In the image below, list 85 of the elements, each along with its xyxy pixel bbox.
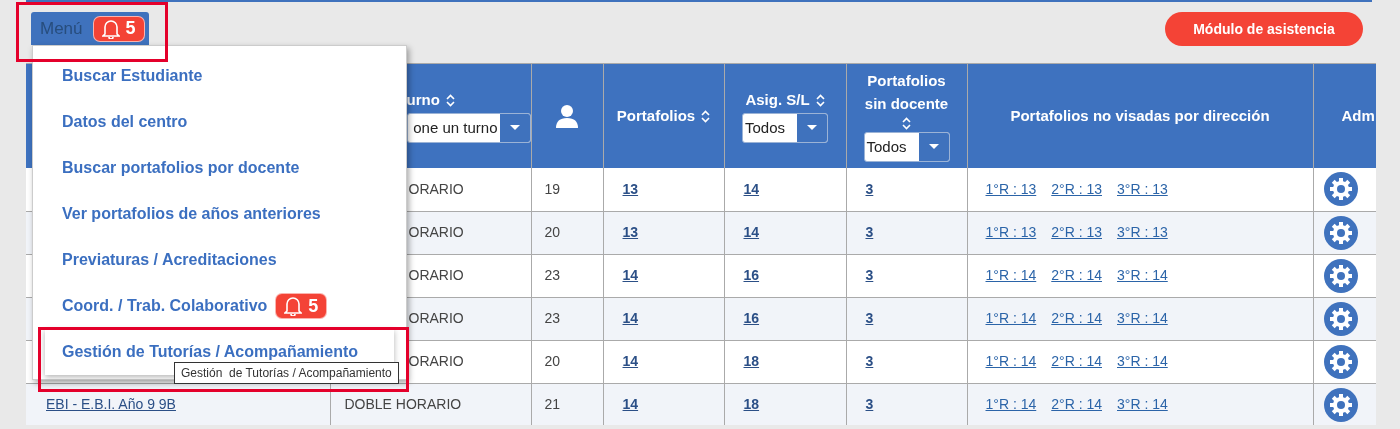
menu-item[interactable]: Datos del centro [33,99,406,145]
caret-icon [928,144,939,150]
count-link[interactable]: 13 [622,180,639,197]
round-link[interactable]: 2°R : 14 [1051,351,1102,372]
table-cell: DOBLE HORARIO [344,396,462,412]
sort-icon[interactable] [445,93,455,107]
count-link[interactable]: 16 [743,310,760,326]
menu-item[interactable]: Ver portafolios de años anteriores [33,191,406,237]
table-cell: 20 [544,224,561,240]
menu-item[interactable]: Buscar Estudiante [33,53,406,99]
round-link[interactable]: 3°R : 14 [1117,308,1168,329]
count-link[interactable]: 3 [865,224,874,240]
group-link[interactable]: EBI - E.B.I. Año 9 9B [46,396,176,412]
table-cell: ORARIO [408,267,464,283]
round-link[interactable]: 3°R : 14 [1117,351,1168,372]
count-link[interactable]: 3 [865,180,874,197]
round-link[interactable]: 2°R : 14 [1051,265,1102,286]
filter-select[interactable]: Todos [742,113,828,144]
count-link[interactable]: 3 [865,353,874,369]
table-cell: 21 [544,396,561,412]
column-header[interactable]: Asig. S/L [745,88,810,112]
table-cell: ORARIO [408,180,464,197]
attendance-module-button[interactable]: Módulo de asistencia [1165,12,1363,46]
column-header[interactable]: Portafolios [616,104,696,128]
sort-icon[interactable] [701,109,711,123]
round-link[interactable]: 3°R : 13 [1117,222,1168,243]
round-link[interactable]: 2°R : 13 [1051,222,1102,243]
tooltip: Gestión de Tutorías / Acompañamiento [174,362,399,384]
menu-button[interactable]: Menú 5 [31,12,149,45]
menu-item[interactable]: Coord. / Trab. Colaborativo 5 [33,283,406,329]
settings-icon[interactable] [1323,387,1358,422]
settings-icon[interactable] [1323,258,1358,293]
table-cell: ORARIO [408,310,464,326]
menu-item[interactable]: Buscar portafolios por docente [33,145,406,191]
column-header[interactable]: Portafolios no visadas por dirección [1010,104,1270,128]
caret-icon [509,125,520,132]
count-link[interactable]: 14 [622,310,639,326]
column-header[interactable]: Portafolios sin docente [856,70,957,115]
sort-icon[interactable] [902,117,911,130]
notification-badge: 5 [275,293,328,319]
round-link[interactable]: 1°R : 14 [985,308,1037,329]
round-link[interactable]: 3°R : 14 [1117,394,1168,415]
round-link[interactable]: 1°R : 14 [985,265,1037,286]
count-link[interactable]: 3 [865,310,874,326]
count-link[interactable]: 13 [622,224,639,240]
menu-item[interactable]: Previaturas / Acreditaciones [33,237,406,283]
round-link[interactable]: 2°R : 13 [1051,178,1102,200]
table-cell: ORARIO [408,353,464,369]
count-link[interactable]: 18 [743,396,760,412]
round-link[interactable]: 3°R : 14 [1117,265,1168,286]
count-link[interactable]: 14 [622,353,639,369]
filter-select[interactable]: one un turno [406,113,531,144]
round-link[interactable]: 3°R : 13 [1117,178,1168,200]
count-link[interactable]: 14 [622,267,639,283]
bell-icon [284,296,303,316]
table-cell: 19 [544,180,561,197]
settings-icon[interactable] [1323,301,1358,336]
count-link[interactable]: 14 [743,180,760,197]
sort-icon[interactable] [815,93,825,107]
count-link[interactable]: 3 [865,267,874,283]
caret-icon [807,125,817,132]
column-header: Adm [1341,105,1375,126]
column-header[interactable]: urno [406,88,440,112]
table-cell: 23 [544,267,561,283]
round-link[interactable]: 1°R : 14 [985,394,1037,415]
count-link[interactable]: 14 [743,224,760,240]
round-link[interactable]: 1°R : 13 [985,178,1037,200]
notification-badge: 5 [92,15,145,42]
table-cell: ORARIO [408,224,464,240]
count-link[interactable]: 18 [743,353,760,369]
person-icon [556,104,578,128]
round-link[interactable]: 1°R : 14 [985,351,1037,372]
table-cell: 23 [544,310,561,326]
round-link[interactable]: 2°R : 14 [1051,394,1102,415]
filter-select[interactable]: Todos [863,132,950,162]
count-link[interactable]: 14 [622,396,639,412]
settings-icon[interactable] [1323,172,1358,207]
round-link[interactable]: 2°R : 14 [1051,308,1102,329]
table-cell: 20 [544,353,561,369]
settings-icon[interactable] [1323,215,1358,250]
settings-icon[interactable] [1323,344,1358,379]
bell-icon [101,18,120,39]
round-link[interactable]: 1°R : 13 [985,222,1037,243]
count-link[interactable]: 16 [743,267,760,283]
count-link[interactable]: 3 [865,396,874,412]
